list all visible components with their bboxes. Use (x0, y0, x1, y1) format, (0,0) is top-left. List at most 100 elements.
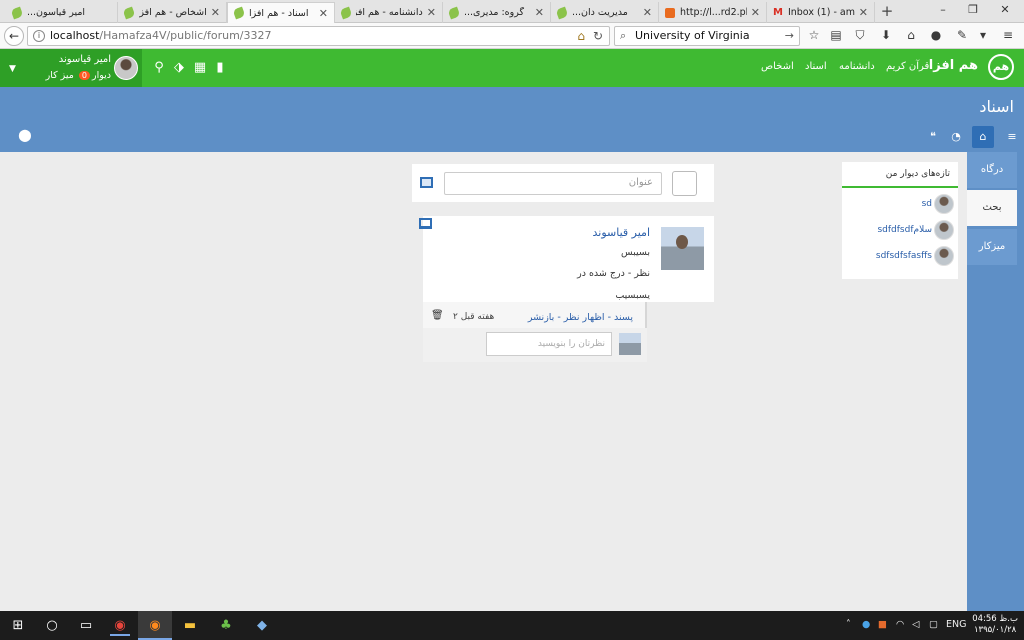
avatar[interactable] (934, 194, 954, 214)
sidebar-item-portal[interactable]: درگاه (967, 152, 1017, 188)
star-icon[interactable]: ☆ (806, 27, 822, 43)
firefox-icon[interactable]: ◉ (138, 611, 172, 640)
post-actions-bar: پسند - اظهار نظر - بازنشر ۲ هفته قبل 🗑 (423, 302, 647, 328)
close-icon[interactable]: ✕ (751, 6, 760, 19)
brand-name[interactable]: هم افزا (929, 58, 978, 73)
nav-encyclopedia[interactable]: دانشنامه (839, 61, 875, 72)
nav-quran[interactable]: قرآن کریم (886, 61, 929, 72)
user-desk-links[interactable]: دیوار0 میز کار (46, 70, 111, 81)
author-photo[interactable] (661, 227, 704, 270)
browser-tab[interactable]: گروه: مدیری... ✕ (443, 2, 551, 23)
window-close-button[interactable]: ✕ (995, 3, 1015, 16)
sidebar-item-discussion[interactable]: بحث (967, 190, 1017, 226)
browser-tab[interactable]: مدیریت دان... ✕ (551, 2, 659, 23)
reading-list-icon[interactable]: ▤ (828, 27, 844, 43)
browser-tab[interactable]: M Inbox (1) - am... ✕ (767, 2, 875, 23)
close-icon[interactable]: ✕ (859, 6, 868, 19)
new-tab-button[interactable]: + (878, 2, 896, 20)
sidebar-item-desk[interactable]: میزکار (967, 229, 1017, 265)
url-bar[interactable]: i localhost/Hamafza4V/public/forum/3327 … (27, 26, 610, 46)
avatar[interactable] (934, 220, 954, 240)
caret-down-icon[interactable]: ▼ (9, 64, 16, 74)
home-icon[interactable]: ⌂ (577, 27, 585, 45)
network-app-icon[interactable]: ● (862, 619, 870, 630)
site-logo[interactable]: هم (988, 54, 1014, 80)
wall-link[interactable]: دیوار (92, 70, 111, 81)
page-banner: اسناد ⬤ ❝ ◔ ⌂ ≡ (0, 87, 1024, 152)
reload-icon[interactable]: ↻ (593, 27, 603, 45)
volume-icon[interactable]: ◁ (912, 619, 919, 630)
home-tab-icon[interactable]: ⌂ (972, 126, 994, 148)
hamburger-menu-icon[interactable]: ≡ (1003, 128, 1021, 146)
wall-item[interactable]: sdfdfsdfسلام (877, 219, 932, 241)
desk-link[interactable]: میز کار (46, 70, 74, 81)
wall-item[interactable]: sd (922, 193, 932, 215)
search-bar[interactable]: ⌕ University of Virginia → (614, 26, 800, 46)
nav-people[interactable]: اشخاص (761, 61, 794, 72)
menu-icon[interactable]: ≡ (1000, 27, 1016, 43)
leaf-icon (447, 6, 461, 19)
language-indicator[interactable]: ENG (946, 619, 966, 630)
cortana-icon[interactable]: ○ (42, 616, 62, 636)
tab-title: http://l...rd2.php (680, 7, 747, 18)
download-icon[interactable]: ⬇ (878, 27, 894, 43)
browser-tab-active[interactable]: اسناد - هم افزا ✕ (227, 2, 335, 23)
comment-input[interactable]: نظرتان را بنویسید (486, 332, 612, 356)
minimize-button[interactable]: – (933, 3, 953, 16)
info-icon[interactable]: i (33, 30, 45, 42)
close-icon[interactable]: ✕ (319, 7, 328, 20)
trash-icon[interactable]: 🗑 (431, 310, 444, 321)
title-input[interactable]: عنوان (444, 172, 662, 195)
leaf-icon (122, 6, 136, 19)
chevron-up-icon[interactable]: ˄ (846, 619, 851, 630)
tag-icon[interactable]: ⬗ (171, 60, 187, 76)
wifi-icon[interactable]: ◠ (896, 619, 904, 630)
search-icon[interactable]: ⚲ (151, 60, 167, 76)
image-icon[interactable] (420, 177, 433, 188)
monitor-icon[interactable] (419, 218, 432, 229)
extension-icon[interactable]: ✎ (954, 27, 970, 43)
back-button[interactable]: ← (4, 26, 24, 46)
home-button-icon[interactable]: ⌂ (903, 27, 919, 43)
nav-documents[interactable]: اسناد (805, 61, 827, 72)
user-name[interactable]: امیر قیاسوند (59, 54, 111, 65)
pocket-icon[interactable]: ⛉ (852, 27, 868, 43)
close-icon[interactable]: ✕ (427, 6, 436, 19)
like-comment-share-links[interactable]: پسند - اظهار نظر - بازنشر (528, 312, 633, 323)
checkbox[interactable] (672, 171, 697, 196)
browser-tab[interactable]: دانشنامه - هم افزا ✕ (335, 2, 443, 23)
location-pin-icon[interactable]: ⬤ (18, 128, 32, 142)
chevron-down-icon[interactable]: ▾ (975, 27, 991, 43)
right-sidebar: درگاه بحث میزکار (967, 152, 1024, 611)
browser-tab[interactable]: امیر قیاسون... (6, 2, 118, 23)
avatar[interactable] (934, 246, 954, 266)
box-app-icon[interactable]: ◆ (252, 616, 272, 636)
bookmark-icon[interactable]: ▮ (212, 60, 228, 76)
post-author[interactable]: امیر قیاسوند (593, 226, 651, 239)
windows-taskbar: ⊞ ○ ▭ ◉ ◉ ▬ ♣ ◆ ˄ ● ■ ◠ ◁ ▢ ENG 04:56 ب.… (0, 611, 1024, 640)
clock[interactable]: 04:56 ب.ظ ۱۳۹۵/۰۱/۲۸ (972, 614, 1018, 636)
chrome-icon[interactable]: ◉ (110, 616, 130, 636)
wall-item[interactable]: sdfsdfsfasffs (876, 245, 932, 267)
arrow-right-icon[interactable]: → (785, 27, 794, 45)
post-time: ۲ هفته قبل (453, 312, 495, 322)
close-icon[interactable]: ✕ (643, 6, 652, 19)
user-menu[interactable]: ▼ امیر قیاسوند دیوار0 میز کار (0, 49, 142, 87)
app-leaf-icon[interactable]: ♣ (216, 616, 236, 636)
task-view-icon[interactable]: ▭ (76, 616, 96, 636)
comments-icon[interactable]: ❝ (924, 128, 942, 146)
chat-icon[interactable]: ● (928, 27, 944, 43)
browser-tab[interactable]: http://l...rd2.php ✕ (659, 2, 767, 23)
grid-icon[interactable]: ▦ (192, 60, 208, 76)
restore-button[interactable]: ❐ (963, 3, 983, 16)
notification-icon[interactable]: ▢ (929, 619, 938, 630)
avatar[interactable] (114, 56, 138, 80)
tray-app-icon[interactable]: ■ (878, 619, 887, 630)
browser-tab[interactable]: اشخاص - هم افزا ✕ (118, 2, 227, 23)
windows-start-icon[interactable]: ⊞ (8, 616, 28, 636)
browser-tab-strip: امیر قیاسون... اشخاص - هم افزا ✕ اسناد -… (0, 0, 1024, 23)
rss-icon[interactable]: ◔ (947, 128, 965, 146)
close-icon[interactable]: ✕ (211, 6, 220, 19)
folder-icon[interactable]: ▬ (180, 616, 200, 636)
close-icon[interactable]: ✕ (535, 6, 544, 19)
